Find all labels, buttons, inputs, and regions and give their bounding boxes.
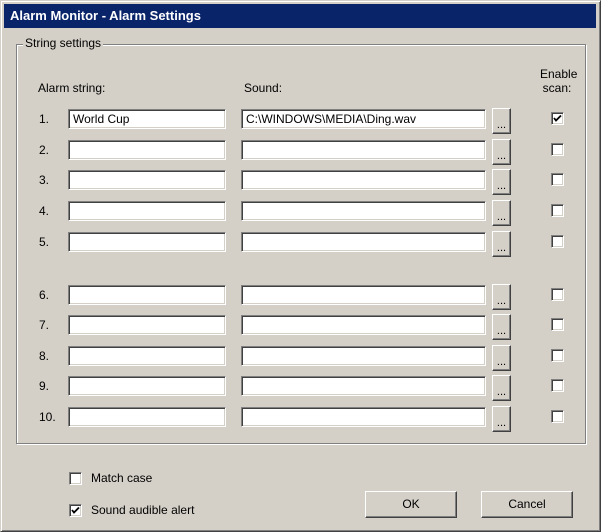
alarm-settings-dialog: Alarm Monitor - Alarm Settings String se…	[0, 0, 601, 532]
alarm-string-input[interactable]	[68, 285, 226, 305]
alarm-string-input[interactable]	[68, 232, 226, 252]
browse-sound-button[interactable]: ...	[492, 139, 511, 165]
string-settings-group-label: String settings	[23, 36, 104, 50]
enable-scan-checkbox[interactable]	[551, 173, 564, 186]
enable-scan-checkbox[interactable]	[551, 349, 564, 362]
sound-file-input[interactable]	[241, 407, 486, 427]
enable-scan-checkbox[interactable]	[551, 204, 564, 217]
alarm-string-input[interactable]	[68, 201, 226, 221]
sound-audible-alert-checkbox[interactable]	[69, 504, 82, 517]
sound-file-input[interactable]	[241, 315, 486, 335]
enable-scan-checkbox[interactable]	[551, 410, 564, 423]
cancel-button[interactable]: Cancel	[481, 491, 573, 518]
sound-file-input[interactable]: C:\WINDOWS\MEDIA\Ding.wav	[241, 109, 486, 129]
row-number: 4.	[39, 204, 50, 218]
alarm-string-input[interactable]	[68, 407, 226, 427]
sound-file-input[interactable]	[241, 170, 486, 190]
sound-file-input[interactable]	[241, 201, 486, 221]
enable-scan-checkbox[interactable]	[551, 112, 564, 125]
browse-sound-button[interactable]: ...	[492, 169, 511, 195]
enable-scan-checkbox[interactable]	[551, 379, 564, 392]
sound-audible-alert-label: Sound audible alert	[91, 503, 195, 517]
browse-sound-button[interactable]: ...	[492, 375, 511, 401]
enable-scan-checkbox[interactable]	[551, 143, 564, 156]
enable-scan-checkbox[interactable]	[551, 318, 564, 331]
sound-file-input[interactable]	[241, 376, 486, 396]
alarm-string-header: Alarm string:	[38, 81, 106, 95]
sound-header: Sound:	[244, 81, 283, 95]
row-number: 3.	[39, 173, 50, 187]
enable-scan-header-line2: scan:	[542, 81, 572, 95]
browse-sound-button[interactable]: ...	[492, 108, 511, 134]
alarm-string-input[interactable]	[68, 346, 226, 366]
browse-sound-button[interactable]: ...	[492, 200, 511, 226]
browse-sound-button[interactable]: ...	[492, 284, 511, 310]
browse-sound-button[interactable]: ...	[492, 406, 511, 432]
row-number: 8.	[39, 349, 50, 363]
alarm-string-input[interactable]	[68, 376, 226, 396]
sound-file-input[interactable]	[241, 232, 486, 252]
alarm-string-input[interactable]	[68, 140, 226, 160]
sound-file-input[interactable]	[241, 140, 486, 160]
alarm-string-input[interactable]	[68, 315, 226, 335]
row-number: 7.	[39, 318, 50, 332]
row-number: 6.	[39, 288, 50, 302]
enable-scan-checkbox[interactable]	[551, 288, 564, 301]
browse-sound-button[interactable]: ...	[492, 314, 511, 340]
enable-scan-checkbox[interactable]	[551, 235, 564, 248]
enable-scan-header: Enable scan:	[540, 67, 578, 95]
row-number: 2.	[39, 143, 50, 157]
row-number: 9.	[39, 379, 50, 393]
sound-file-input[interactable]	[241, 346, 486, 366]
alarm-string-input[interactable]: World Cup	[68, 109, 226, 129]
enable-scan-header-line1: Enable	[540, 67, 578, 81]
match-case-checkbox[interactable]	[69, 472, 82, 485]
match-case-label: Match case	[91, 471, 153, 485]
ok-button[interactable]: OK	[365, 491, 457, 518]
window-title: Alarm Monitor - Alarm Settings	[4, 4, 596, 28]
alarm-string-input[interactable]	[68, 170, 226, 190]
row-number: 5.	[39, 235, 50, 249]
sound-file-input[interactable]	[241, 285, 486, 305]
row-number: 10.	[39, 410, 56, 424]
row-number: 1.	[39, 112, 50, 126]
browse-sound-button[interactable]: ...	[492, 345, 511, 371]
browse-sound-button[interactable]: ...	[492, 231, 511, 257]
